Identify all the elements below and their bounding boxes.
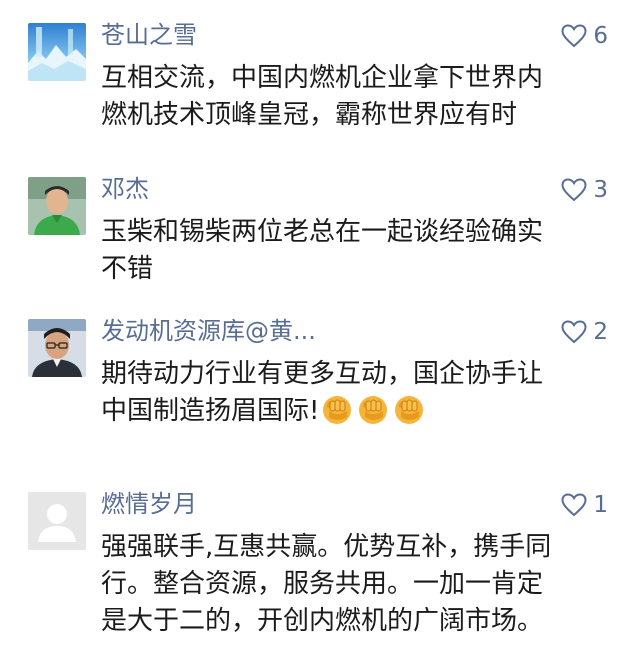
like-button[interactable]: 2 bbox=[561, 316, 608, 348]
heart-icon bbox=[561, 178, 587, 202]
default-user-avatar bbox=[28, 492, 86, 550]
like-count: 3 bbox=[593, 177, 608, 203]
comment-line: 是大于二的，开创内燃机的广阔市场。 bbox=[101, 606, 544, 636]
like-button[interactable]: 1 bbox=[561, 489, 608, 521]
heart-icon bbox=[561, 24, 587, 48]
comment-line: 不错 bbox=[101, 254, 154, 284]
comment-author[interactable]: 邓杰 bbox=[101, 172, 149, 206]
comment-text: 玉柴和锡柴两位老总在一起谈经验确实 不错 bbox=[101, 214, 613, 288]
comment-line: 强强联手,互惠共赢。优势互补，携手同 bbox=[101, 532, 552, 562]
comment-text: 互相交流，中国内燃机企业拿下世界内 燃机技术顶峰皇冠，霸称世界应有时 bbox=[101, 60, 613, 134]
comment-author[interactable]: 燃情岁月 bbox=[101, 487, 197, 521]
heart-icon bbox=[561, 320, 587, 344]
comment-line: 期待动力行业有更多互动，国企协手让 bbox=[101, 359, 544, 389]
comment-line: 中国制造扬眉国际! bbox=[101, 396, 320, 426]
comment-line: 燃机技术顶峰皇冠，霸称世界应有时 bbox=[101, 100, 518, 130]
like-count: 1 bbox=[593, 492, 608, 518]
snowy-landscape-avatar bbox=[28, 23, 86, 81]
fist-emoji bbox=[357, 393, 389, 425]
avatar[interactable] bbox=[28, 177, 86, 235]
heart-icon bbox=[561, 493, 587, 517]
emoji-group bbox=[321, 393, 425, 425]
like-count: 2 bbox=[593, 319, 608, 345]
fist-emoji bbox=[321, 393, 353, 425]
avatar[interactable] bbox=[28, 319, 86, 377]
comment-text: 强强联手,互惠共赢。优势互补，携手同 行。整合资源，服务共用。一加一肯定 是大于… bbox=[101, 529, 613, 640]
like-button[interactable]: 6 bbox=[561, 20, 608, 52]
man-green-shirt-avatar bbox=[28, 177, 86, 235]
comment-line: 互相交流，中国内燃机企业拿下世界内 bbox=[101, 63, 544, 93]
man-glasses-avatar bbox=[28, 319, 86, 377]
like-count: 6 bbox=[593, 23, 608, 49]
comment-list: 苍山之雪 6 互相交流，中国内燃机企业拿下世界内 燃机技术顶峰皇冠，霸称世界应有… bbox=[0, 0, 640, 659]
like-button[interactable]: 3 bbox=[561, 174, 608, 206]
comment-line-with-emoji: 中国制造扬眉国际! bbox=[101, 393, 613, 430]
comment-line: 行。整合资源，服务共用。一加一肯定 bbox=[101, 569, 544, 599]
comment-text: 期待动力行业有更多互动，国企协手让 中国制造扬眉国际! bbox=[101, 356, 613, 430]
avatar[interactable] bbox=[28, 492, 86, 550]
avatar[interactable] bbox=[28, 23, 86, 81]
comment-line: 玉柴和锡柴两位老总在一起谈经验确实 bbox=[101, 217, 544, 247]
comment-author[interactable]: 发动机资源库@黄... bbox=[101, 314, 316, 348]
fist-emoji bbox=[393, 393, 425, 425]
comment-author[interactable]: 苍山之雪 bbox=[101, 18, 197, 52]
